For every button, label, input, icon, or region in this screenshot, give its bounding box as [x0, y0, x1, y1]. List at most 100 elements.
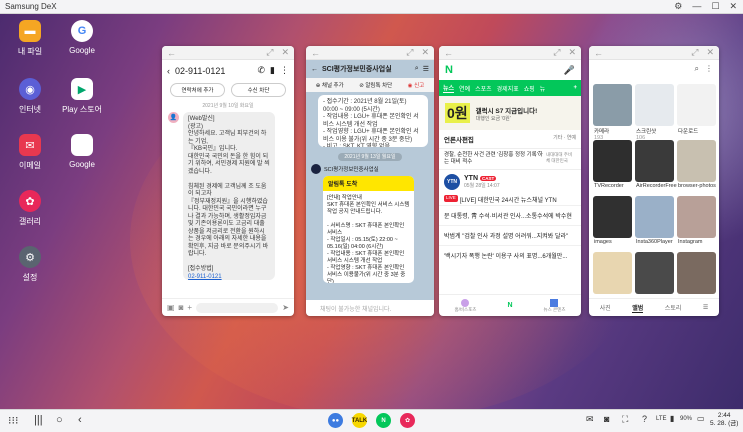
album-tile[interactable]	[677, 252, 716, 294]
album-tile[interactable]	[635, 140, 674, 182]
kakao-window[interactable]: ← ⤢ ✕ ← SCI평가정보민중사업실 ⌕ ☰ ⊕ 채널 추가 ⊘ 알림톡 차단…	[306, 46, 434, 316]
back-icon[interactable]: ‹	[78, 414, 82, 426]
section-filter[interactable]: 기타 · 연예	[553, 134, 576, 144]
home-icon[interactable]: ○	[56, 414, 63, 426]
tab-sports[interactable]: 스포츠	[475, 84, 492, 93]
add-icon[interactable]: +	[187, 303, 192, 312]
tab-photos[interactable]: 사진	[600, 303, 611, 312]
screenshot-icon[interactable]: ⛶	[622, 414, 628, 425]
menu-icon[interactable]: ☰	[703, 304, 708, 311]
tab-more[interactable]: 뉴	[540, 84, 546, 93]
bottom-tab-content[interactable]: 뉴스 콘텐츠	[544, 298, 565, 313]
desktop-icon-settings[interactable]: ⚙ 설정	[8, 246, 52, 283]
messages-icon[interactable]: ●●	[328, 413, 343, 428]
gallery-window[interactable]: ← ⤢ ✕ ⌕ ⋮ 카메라 193 스크린샷 106 다운로드 TVRecorder …	[589, 46, 719, 316]
tab-economy[interactable]: 경제지표	[497, 84, 519, 93]
desktop-icon-email[interactable]: ✉ 이메일	[8, 134, 52, 171]
close-icon[interactable]: ✕	[568, 47, 576, 58]
album-tile[interactable]	[635, 84, 674, 126]
news-line[interactable]: '백시기자 폭행 논란' 이용구 사의 표명...6개월만...	[439, 245, 581, 265]
image-icon[interactable]: ▣	[167, 303, 175, 312]
album-tile[interactable]	[593, 252, 632, 294]
tab-stories[interactable]: 스토리	[665, 303, 682, 312]
back-arrow-icon[interactable]: ←	[167, 48, 176, 58]
call-icon[interactable]: ✆	[258, 65, 266, 76]
resize-icon[interactable]: ⤢	[691, 47, 698, 58]
news-line[interactable]: 박범계 "검찰 인사 과정 설명 어려워...지켜봐 달라"	[439, 225, 581, 245]
apps-grid-icon[interactable]: ⁝⁝⁝	[8, 414, 19, 427]
desktop-icon-my-files[interactable]: ▬ 내 파일	[8, 20, 52, 57]
recents-icon[interactable]: |||	[34, 414, 43, 426]
more-icon[interactable]: ⋮	[705, 64, 713, 74]
menu-icon[interactable]: ☰	[423, 65, 429, 73]
block-button[interactable]: 수신 차단	[231, 83, 286, 97]
back-arrow-icon[interactable]: ←	[444, 48, 453, 58]
album-tile[interactable]	[635, 252, 674, 294]
album-tile[interactable]	[593, 84, 632, 126]
desktop-icon-play-store[interactable]: ▶ Play 스토어	[60, 78, 104, 115]
send-icon[interactable]: ➤	[282, 303, 289, 312]
resize-icon[interactable]: ⤢	[553, 47, 560, 58]
naver-window[interactable]: ← ⤢ ✕ N 🎤 뉴스 연예 스포츠 경제지표 쇼핑 뉴 + 0원 갤럭시 S7…	[439, 46, 581, 316]
channel-add-button[interactable]: ⊕ 채널 추가	[316, 81, 344, 89]
clock[interactable]: 2:44 5. 28. (금)	[710, 412, 738, 428]
back-icon[interactable]: ←	[311, 66, 318, 73]
news-line[interactable]: 문 대통령, 靑 수석·비서관 인사...소통수석에 박수현	[439, 205, 581, 225]
tab-entertain[interactable]: 연예	[459, 84, 470, 93]
help-icon[interactable]: ?	[642, 414, 647, 424]
battery-icon: ▭	[697, 414, 705, 423]
gallery-icon[interactable]: ✿	[400, 413, 415, 428]
album-tile[interactable]	[635, 196, 674, 238]
alarm-block-button[interactable]: ⊘ 알림톡 차단	[359, 81, 392, 89]
resize-icon[interactable]: ⤢	[406, 47, 413, 58]
mic-icon[interactable]: 🎤	[564, 65, 575, 76]
taskbar: ⁝⁝⁝ ||| ○ ‹ ●● TALK N ✿ ✉ ◙ ⛶ ? LTE ▮ 90…	[0, 409, 743, 432]
report-button[interactable]: ◉ 신고	[408, 81, 424, 89]
video-icon[interactable]: ▮	[270, 65, 275, 76]
back-arrow-icon[interactable]: ←	[594, 48, 603, 58]
camera-icon[interactable]: ◙	[604, 414, 609, 424]
close-icon[interactable]: ✕	[706, 47, 714, 58]
minimize-icon[interactable]: —	[692, 1, 701, 12]
add-tab-icon[interactable]: +	[573, 85, 577, 91]
bottom-tab-n[interactable]: N	[507, 302, 512, 309]
notification-icon[interactable]: ✉	[586, 414, 594, 425]
back-arrow-icon[interactable]: ←	[311, 48, 320, 58]
naver-icon[interactable]: N	[376, 413, 391, 428]
search-icon[interactable]: ⌕	[415, 65, 419, 73]
add-contact-button[interactable]: 연락처에 추가	[170, 83, 225, 97]
naver-logo: N	[445, 64, 453, 76]
album-tile[interactable]	[593, 140, 632, 182]
album-tile[interactable]	[677, 84, 716, 126]
kakaotalk-icon[interactable]: TALK	[352, 413, 367, 428]
message-link[interactable]: 02-911-0121	[188, 274, 270, 281]
desktop-icon-google-folder[interactable]: Google	[60, 134, 104, 169]
tab-albums[interactable]: 앨범	[632, 303, 644, 313]
desktop-icon-gallery[interactable]: ✿ 갤러리	[8, 190, 52, 227]
close-icon[interactable]: ✕	[421, 47, 429, 58]
search-icon[interactable]: ⌕	[695, 64, 699, 74]
close-icon[interactable]: ✕	[281, 47, 289, 58]
live-item[interactable]: LIVE [LIVE] 대한민국 24시간 뉴스채널 YTN	[439, 194, 581, 205]
album-tile[interactable]	[677, 140, 716, 182]
album-tile[interactable]	[593, 196, 632, 238]
desktop-icon-google[interactable]: G Google	[60, 20, 104, 55]
tab-news[interactable]: 뉴스	[443, 83, 455, 93]
album-tile[interactable]	[677, 196, 716, 238]
card-body: [안내] 작업안내 SKT 휴대폰 본인확인 서비스 시스템 작업 공지 안내드…	[327, 195, 410, 283]
maximize-icon[interactable]: ☐	[711, 1, 719, 12]
desktop-icon-internet[interactable]: ◉ 인터넷	[8, 78, 52, 115]
settings-icon[interactable]: ⚙	[674, 1, 682, 12]
ad-banner[interactable]: 0원 갤럭시 S7 지금입니다! 대행인 요금 '0원'	[439, 96, 581, 130]
resize-icon[interactable]: ⤢	[266, 47, 273, 58]
camera-icon[interactable]: ◙	[179, 303, 184, 312]
tab-shopping[interactable]: 쇼핑	[524, 84, 535, 93]
messages-window[interactable]: ← ⤢ ✕ ‹ 02-911-0121 ✆ ▮ ⋮ 연락처에 추가 수신 차단 2…	[162, 46, 294, 316]
message-input[interactable]	[196, 302, 279, 313]
back-icon[interactable]: ‹	[167, 66, 170, 76]
headline[interactable]: 경찰, 순천한 사건 관련 '김창홍 정정 기록'하는 대비 적수	[444, 152, 543, 166]
more-icon[interactable]: ⋮	[280, 65, 289, 76]
album-label: AirRecorderFree	[636, 183, 677, 189]
close-icon[interactable]: ✕	[729, 1, 737, 12]
bottom-tab-home[interactable]: 홈/비스포츠	[455, 298, 476, 313]
